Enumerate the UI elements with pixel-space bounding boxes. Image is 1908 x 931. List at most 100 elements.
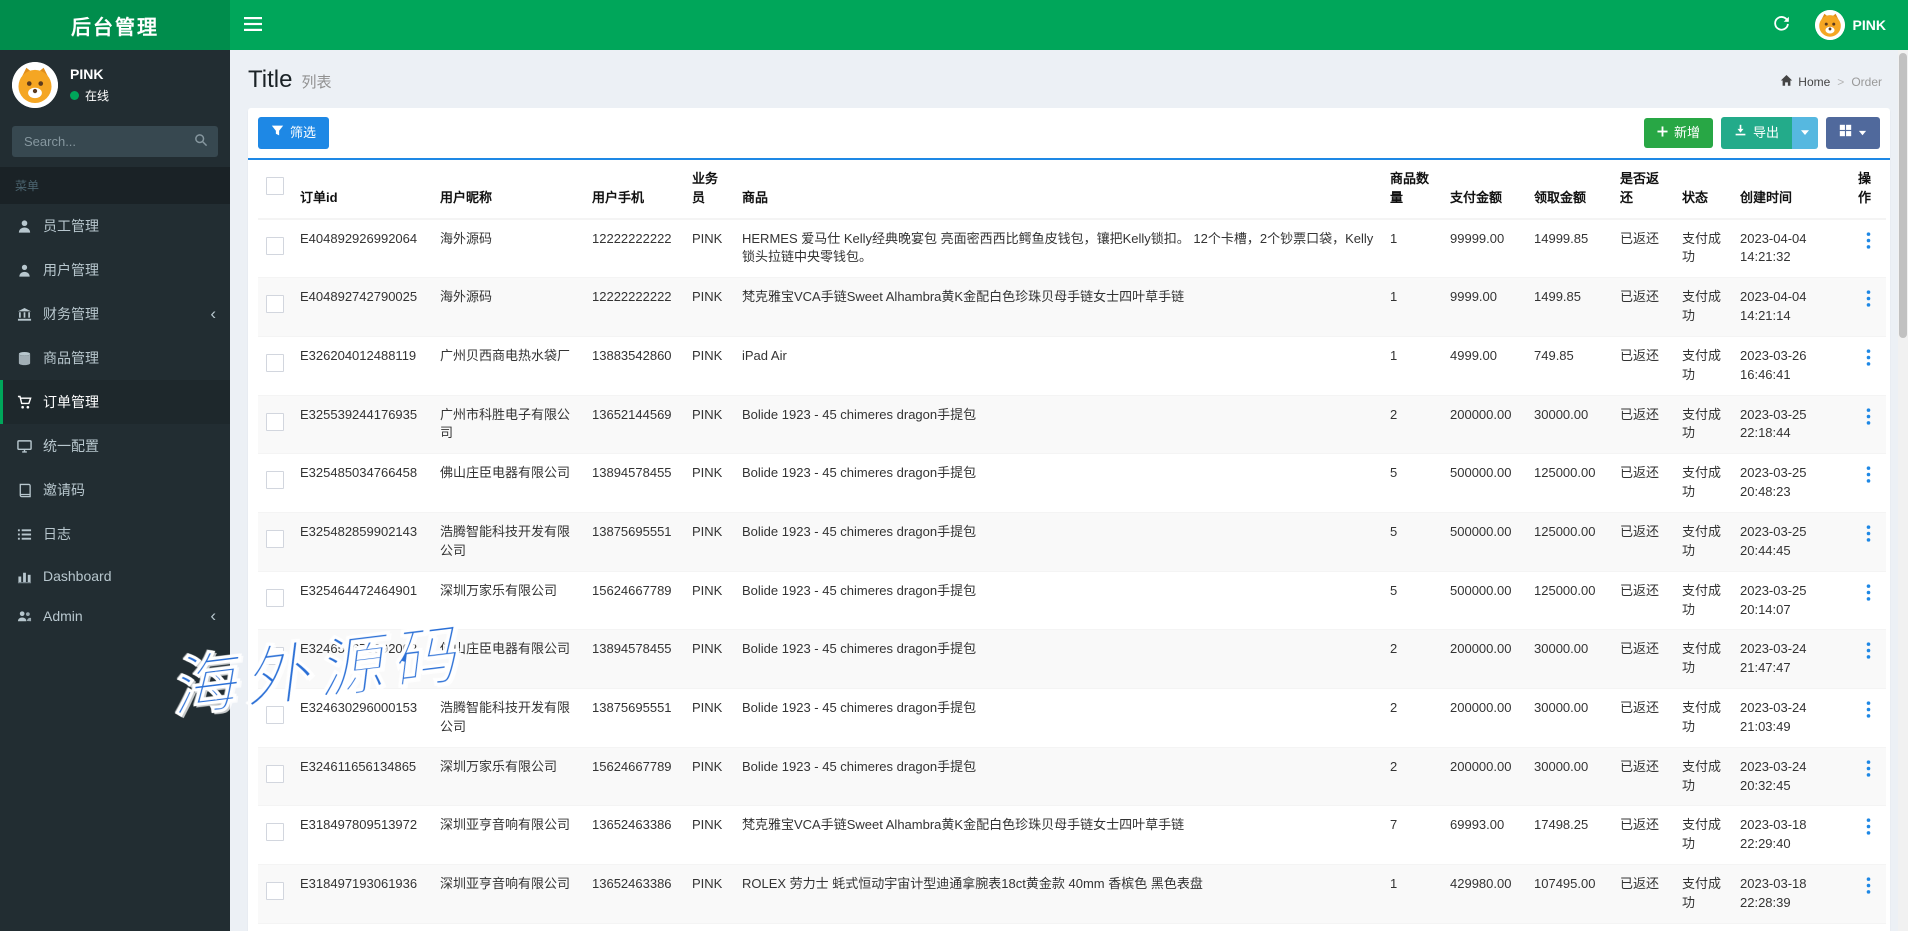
sidebar-toggle-button[interactable] <box>230 0 276 50</box>
menu-header-label: 菜单 <box>0 167 230 204</box>
add-button-label: 新增 <box>1673 124 1700 140</box>
user-menu[interactable]: PINK <box>1803 0 1898 50</box>
row-actions-button[interactable] <box>1860 347 1877 374</box>
sidebar-item-3[interactable]: 财务管理 ‹ <box>0 292 230 336</box>
user-phone-cell: 13652463386 <box>584 922 684 931</box>
created-time-cell: 2023-03-26 16:46:41 <box>1732 335 1850 396</box>
row-actions-button[interactable] <box>1860 464 1877 491</box>
sidebar-item-2[interactable]: 用户管理 <box>0 248 230 292</box>
row-checkbox[interactable] <box>266 647 284 666</box>
table-row: E404892926992064 海外源码 12222222222 PINK HERME… <box>258 218 1886 278</box>
user-phone-cell: 13894578455 <box>584 629 684 689</box>
order-id-cell: E325482859902143 <box>292 512 432 572</box>
sidebar-item-10[interactable]: Admin ‹ <box>0 596 230 636</box>
row-actions-button[interactable] <box>1860 288 1877 315</box>
user-nickname-cell: 深圳亚亨音响有限公司 <box>432 864 584 924</box>
table-grid-icon <box>1839 124 1852 142</box>
row-checkbox[interactable] <box>266 529 284 548</box>
export-button[interactable]: 导出 <box>1720 117 1792 149</box>
product-database-icon <box>15 351 33 366</box>
quantity-cell: 1 <box>1382 335 1442 396</box>
sidebar: PINK 在线 菜单 员工管理用户管理财务管理 ‹ 商品管理订单管理统一配置邀请码日… <box>0 50 230 931</box>
table-row: E318497809513972 深圳亚亨音响有限公司 13652463386 PIN… <box>258 805 1886 865</box>
dashboard-chart-icon <box>15 569 33 584</box>
sidebar-item-4[interactable]: 商品管理 <box>0 336 230 380</box>
row-checkbox[interactable] <box>266 823 284 842</box>
plus-icon <box>1657 125 1668 142</box>
row-checkbox[interactable] <box>266 882 284 901</box>
row-actions-button[interactable] <box>1860 406 1877 433</box>
breadcrumb-home-link[interactable]: Home <box>1780 74 1830 90</box>
row-actions-button[interactable] <box>1860 230 1877 257</box>
row-checkbox[interactable] <box>266 706 284 724</box>
column-header: 领取金额 <box>1526 159 1612 220</box>
row-actions-button[interactable] <box>1860 758 1877 785</box>
order-status-cell: 支付成功 <box>1674 512 1732 572</box>
content-header: Title 列表 Home > Order <box>230 50 1908 100</box>
row-checkbox[interactable] <box>266 353 284 372</box>
salesman-cell: PINK <box>684 629 734 689</box>
brand-logo[interactable]: 后台管理 <box>0 0 230 50</box>
product-name-cell: Bolide 1923 - 45 chimeres dragon手提包 <box>734 570 1382 630</box>
order-status-cell: 支付成功 <box>1674 394 1732 454</box>
table-header-row: 订单id 用户昵称 用户手机 业务员 商品 商品数量 支付金额 领取金额 是否返还 状态 创建时间操… <box>258 159 1886 220</box>
product-name-cell: iPad Air <box>734 335 1382 396</box>
sidebar-item-7[interactable]: 邀请码 <box>0 468 230 512</box>
sidebar-item-9[interactable]: Dashboard <box>0 556 230 596</box>
quantity-cell: 5 <box>1382 570 1442 630</box>
row-checkbox[interactable] <box>266 412 284 431</box>
sidebar-item-5[interactable]: 订单管理 <box>0 380 230 424</box>
return-status-cell: 已返还 <box>1612 394 1674 454</box>
row-actions-button[interactable] <box>1860 640 1877 667</box>
sidebar-user-avatar <box>12 62 58 108</box>
column-selector-button[interactable] <box>1826 117 1880 149</box>
sidebar-user-panel: PINK 在线 <box>0 50 230 120</box>
created-time-cell: 2023-03-18 22:29:40 <box>1732 805 1850 865</box>
row-checkbox[interactable] <box>266 588 284 607</box>
sidebar-item-label: 邀请码 <box>43 482 85 498</box>
created-time-cell: 2023-03-25 20:48:23 <box>1732 453 1850 513</box>
filter-button[interactable]: 筛选 <box>258 117 330 149</box>
quantity-cell: 2 <box>1382 394 1442 454</box>
order-id-cell: E324611656134865 <box>292 746 432 806</box>
breadcrumb-home-label: Home <box>1798 75 1831 89</box>
select-all-checkbox[interactable] <box>266 176 284 195</box>
scrollbar-thumb[interactable] <box>1899 53 1907 338</box>
received-amount-cell: 1499.85 <box>1526 277 1612 337</box>
toolbar-right: 新增 导出 <box>1643 117 1880 149</box>
user-nickname-cell: 深圳亚亨音响有限公司 <box>432 805 584 865</box>
sidebar-item-8[interactable]: 日志 <box>0 512 230 556</box>
sidebar-item-6[interactable]: 统一配置 <box>0 424 230 468</box>
row-checkbox[interactable] <box>266 471 284 490</box>
received-amount-cell: 125000.00 <box>1526 453 1612 513</box>
order-cart-icon <box>15 395 33 410</box>
order-id-cell: E318497193061936 <box>292 864 432 924</box>
row-actions-button[interactable] <box>1860 582 1877 609</box>
search-button[interactable] <box>184 126 218 157</box>
row-actions-button[interactable] <box>1860 523 1877 550</box>
order-id-cell: E325539244176935 <box>292 394 432 454</box>
add-button[interactable]: 新增 <box>1643 117 1713 149</box>
navbar-right: PINK <box>1761 0 1908 50</box>
order-status-cell: 支付成功 <box>1674 922 1732 931</box>
row-checkbox[interactable] <box>266 236 284 255</box>
row-checkbox[interactable] <box>266 764 284 783</box>
row-actions-button[interactable] <box>1860 875 1877 902</box>
search-input[interactable] <box>12 126 184 157</box>
row-checkbox[interactable] <box>266 295 284 314</box>
received-amount-cell: 30000.00 <box>1526 394 1612 454</box>
row-actions-button[interactable] <box>1860 699 1877 726</box>
chevron-left-icon: ‹ <box>210 304 216 324</box>
user-nickname-cell: 深圳亚亨音响有限公司 <box>432 922 584 931</box>
sidebar-item-1[interactable]: 员工管理 <box>0 204 230 248</box>
breadcrumb: Home > Order <box>1780 74 1882 90</box>
sidebar-user-status[interactable]: 在线 <box>70 87 109 104</box>
pay-amount-cell: 99999.00 <box>1442 218 1526 278</box>
refresh-button[interactable] <box>1761 0 1803 50</box>
sidebar-item-label: 商品管理 <box>43 350 99 366</box>
export-caret-button[interactable] <box>1792 117 1818 149</box>
filter-funnel-icon <box>271 124 284 142</box>
user-phone-cell: 15624667789 <box>584 746 684 806</box>
sidebar-item-label: 财务管理 <box>43 306 99 322</box>
row-actions-button[interactable] <box>1860 816 1877 843</box>
